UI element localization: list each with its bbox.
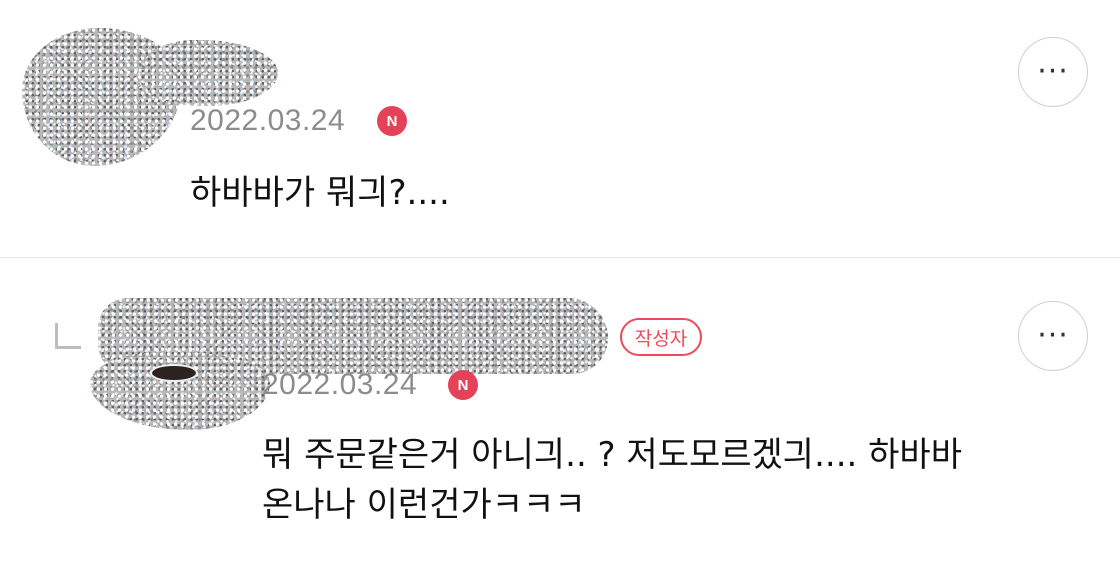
more-options-button[interactable]: ··· — [1018, 301, 1088, 371]
new-badge: N — [377, 106, 407, 136]
comment-text: 하바바가 뭐긔?.... — [190, 173, 450, 213]
more-options-button[interactable]: ··· — [1018, 37, 1088, 107]
username-redacted — [138, 40, 278, 106]
reply-text: 뭐 주문같은거 아니긔.. ? 저도모르겠긔.... 하바바 온나나 이런건가ㅋ… — [262, 430, 1082, 530]
author-badge: 작성자 — [620, 318, 702, 356]
reply-indicator-icon — [55, 323, 81, 349]
comment-item — [0, 0, 1120, 257]
avatar-eye-detail — [150, 364, 198, 382]
comment-date: 2022.03.24 — [190, 104, 346, 137]
reply-text-line: 온나나 이런건가ㅋㅋㅋ — [262, 485, 586, 525]
more-dots-icon: ··· — [1037, 318, 1069, 353]
reply-text-line: 뭐 주문같은거 아니긔.. ? 저도모르겠긔.... 하바바 — [262, 435, 962, 475]
new-badge: N — [448, 370, 478, 400]
more-dots-icon: ··· — [1037, 54, 1069, 89]
reply-date: 2022.03.24 — [262, 368, 418, 401]
